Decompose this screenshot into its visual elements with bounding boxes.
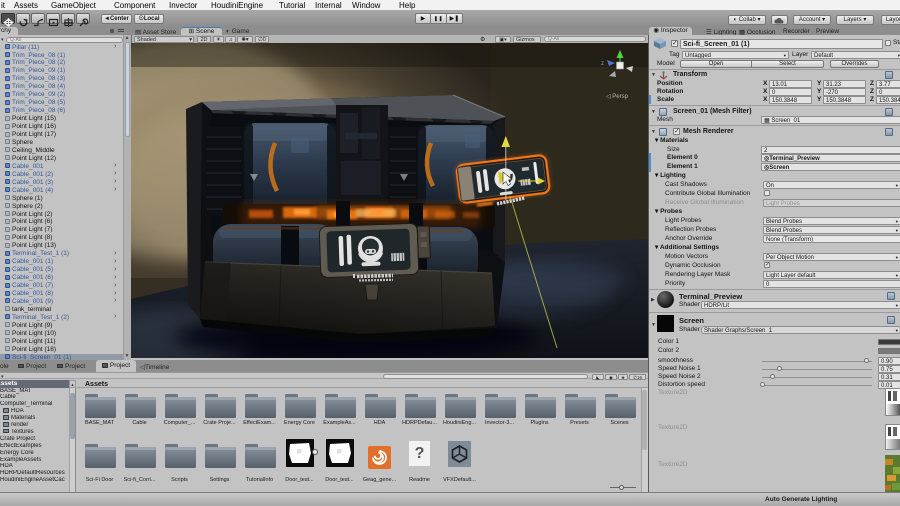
- svg-text:z: z: [601, 61, 604, 67]
- svg-text:◁ Persp: ◁ Persp: [606, 94, 629, 100]
